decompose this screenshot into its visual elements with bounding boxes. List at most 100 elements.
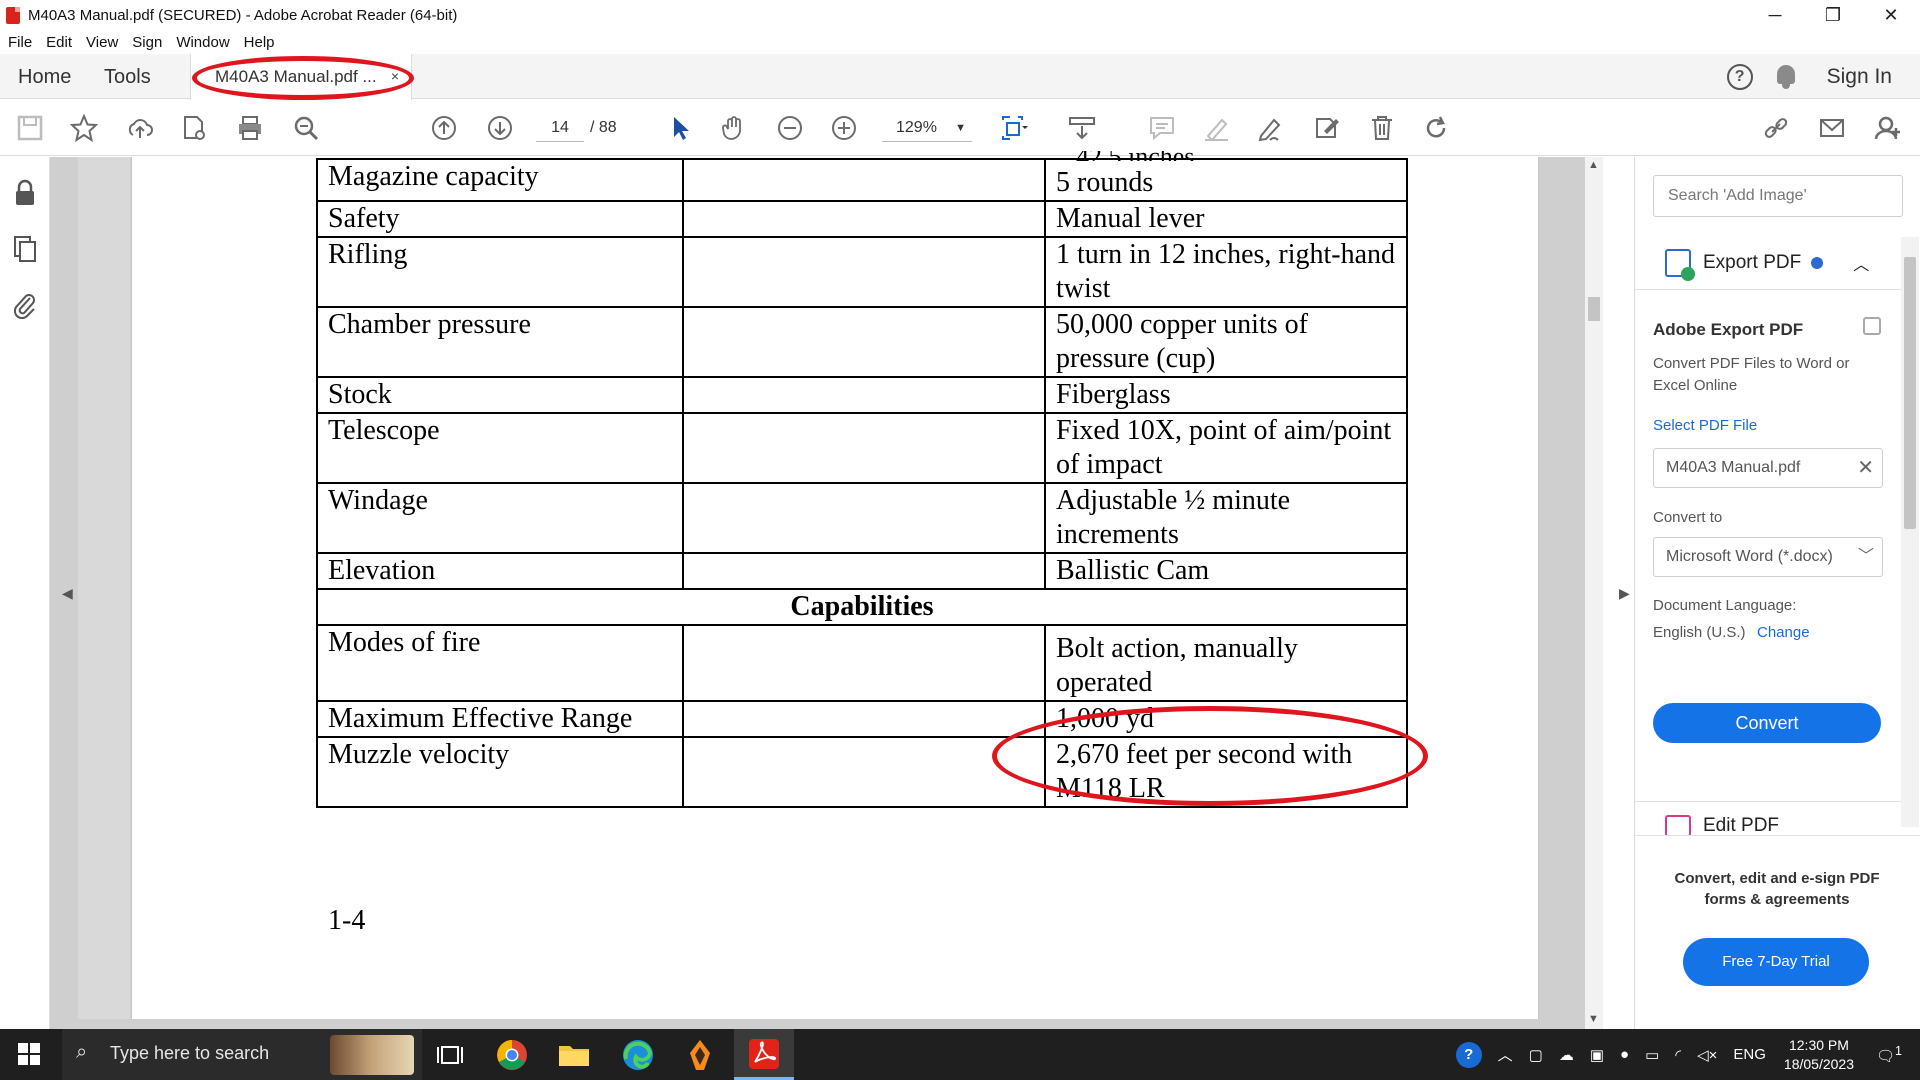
menu-edit[interactable]: Edit [46,34,72,51]
table-row: Chamber pressure 50,000 copper units of … [316,306,1408,378]
zoom-out-icon[interactable] [774,112,806,144]
expand-right-panel-arrow-icon[interactable]: ▶ [1619,585,1630,602]
tab-document[interactable]: M40A3 Manual.pdf ... × [190,54,412,100]
right-panel-scrollbar[interactable] [1901,237,1919,827]
convert-to-label: Convert to [1653,509,1723,526]
left-navigation-rail [0,157,50,1029]
attachment-paperclip-icon[interactable] [12,291,38,320]
edge-browser-icon[interactable] [620,1037,656,1073]
page-total: / 88 [590,119,617,136]
document-scrollbar-thumb[interactable] [1588,297,1600,321]
tab-close-icon[interactable]: × [391,68,399,84]
page-number-input[interactable]: 14 [536,114,584,142]
save-icon[interactable] [14,112,46,144]
print-icon[interactable] [234,112,266,144]
edit-pdf-icon [1665,815,1691,837]
change-language-link[interactable]: Change [1757,624,1810,641]
taskbar-search-box[interactable]: ⌕ Type here to search [62,1029,422,1080]
help-icon[interactable]: ? [1726,63,1753,90]
monitor-icon[interactable]: ▣ [1590,1046,1604,1064]
maximize-button[interactable]: ❐ [1804,0,1862,30]
zoom-in-icon[interactable] [828,112,860,144]
row-value: Ballistic Cam [1044,552,1408,590]
right-panel-scrollbar-thumb[interactable] [1904,257,1916,529]
comment-icon[interactable] [1146,112,1178,144]
acrobat-taskbar-button[interactable] [734,1029,794,1080]
task-view-icon[interactable] [432,1037,468,1073]
zoom-level-dropdown[interactable]: 129% ▼ [882,114,972,142]
tab-home[interactable]: Home [18,66,71,89]
bookmark-star-icon[interactable] [68,112,100,144]
fl-studio-icon[interactable] [682,1037,718,1073]
menu-file[interactable]: File [8,34,32,51]
document-scrollbar[interactable]: ▲ ▼ [1585,157,1603,1029]
speaker-muted-icon[interactable]: ◁× [1697,1046,1717,1064]
row-value: 50,000 copper units of pressure (cup) [1044,306,1408,378]
lock-icon[interactable] [12,179,38,207]
chevron-up-icon[interactable]: ︿ [1853,251,1869,275]
document-settings-icon[interactable] [178,112,210,144]
language-indicator[interactable]: ENG [1733,1046,1766,1063]
onedrive-cloud-icon[interactable]: ☁ [1559,1046,1574,1064]
tools-search-input[interactable]: Search 'Add Image' [1653,175,1903,217]
collapse-left-arrow-icon[interactable]: ◀ [62,585,73,602]
notification-bell-icon[interactable] [1775,64,1797,89]
window-controls: ─ ❐ ✕ [1746,0,1920,30]
sign-in-button[interactable]: Sign In [1827,65,1892,89]
microphone-icon[interactable]: ● [1620,1046,1629,1063]
close-window-button[interactable]: ✕ [1862,0,1920,30]
search-highlight-image [330,1035,414,1075]
device-icon[interactable]: ▢ [1529,1046,1543,1064]
right-tools-panel: Search 'Add Image' Export PDF ︿ Adobe Ex… [1634,157,1920,1029]
delete-trash-icon[interactable] [1366,112,1398,144]
tab-tools[interactable]: Tools [104,66,151,89]
select-cursor-icon[interactable] [664,112,696,144]
page-thumbnails-icon[interactable] [12,235,38,263]
scroll-mode-icon[interactable] [1066,112,1098,144]
minimize-button[interactable]: ─ [1746,0,1804,30]
share-link-icon[interactable] [1760,112,1792,144]
menu-help[interactable]: Help [244,34,275,51]
edit-pdf-tool[interactable]: Edit PDF [1665,815,1779,837]
highlight-pen-icon[interactable] [1200,112,1232,144]
free-trial-button[interactable]: Free 7-Day Trial [1683,938,1869,986]
notification-center-icon[interactable]: 🗨1 [1876,1044,1902,1065]
selected-file-field[interactable]: M40A3 Manual.pdf ✕ [1653,448,1883,488]
file-explorer-icon[interactable] [556,1037,592,1073]
menu-view[interactable]: View [86,34,118,51]
zoom-search-icon[interactable] [290,112,322,144]
convert-button[interactable]: Convert [1653,703,1881,743]
windows-start-icon[interactable] [18,1043,40,1065]
sign-pen-icon[interactable] [1254,112,1286,144]
wifi-icon[interactable]: ◜ [1675,1046,1681,1064]
scroll-down-arrow-icon[interactable]: ▼ [1588,1013,1599,1025]
document-language-value: English (U.S.) [1653,624,1746,641]
export-pdf-header[interactable]: Export PDF ︿ [1665,249,1869,281]
add-user-icon[interactable] [1872,112,1904,144]
upload-cloud-icon[interactable] [124,112,156,144]
system-clock[interactable]: 12:30 PM 18/05/2023 [1784,1036,1854,1074]
hand-tool-icon[interactable] [718,112,750,144]
convert-format-select[interactable]: Microsoft Word (*.docx) ﹀ [1653,537,1883,577]
chrome-browser-icon[interactable] [494,1037,530,1073]
menu-sign[interactable]: Sign [132,34,162,51]
menu-window[interactable]: Window [176,34,229,51]
help-circle-icon[interactable]: ? [1455,1041,1482,1068]
empty-cell [682,376,1046,414]
menu-bar: File Edit View Sign Window Help [0,30,1920,54]
export-service-title: Adobe Export PDF [1653,320,1804,339]
chevron-up-tray-icon[interactable]: ︿ [1498,1044,1513,1065]
previous-page-icon[interactable] [428,112,460,144]
copy-icon[interactable] [1863,317,1881,335]
rotate-icon[interactable] [1420,112,1452,144]
email-icon[interactable] [1816,112,1848,144]
battery-icon[interactable]: ▭ [1645,1046,1659,1064]
empty-cell [682,236,1046,308]
fit-page-icon[interactable] [998,112,1030,144]
select-pdf-file-link[interactable]: Select PDF File [1653,417,1757,434]
scroll-up-arrow-icon[interactable]: ▲ [1588,159,1599,171]
clear-file-close-icon[interactable]: ✕ [1857,449,1874,487]
next-page-icon[interactable] [484,112,516,144]
empty-cell [682,158,1046,202]
stamp-tool-icon[interactable] [1310,112,1342,144]
